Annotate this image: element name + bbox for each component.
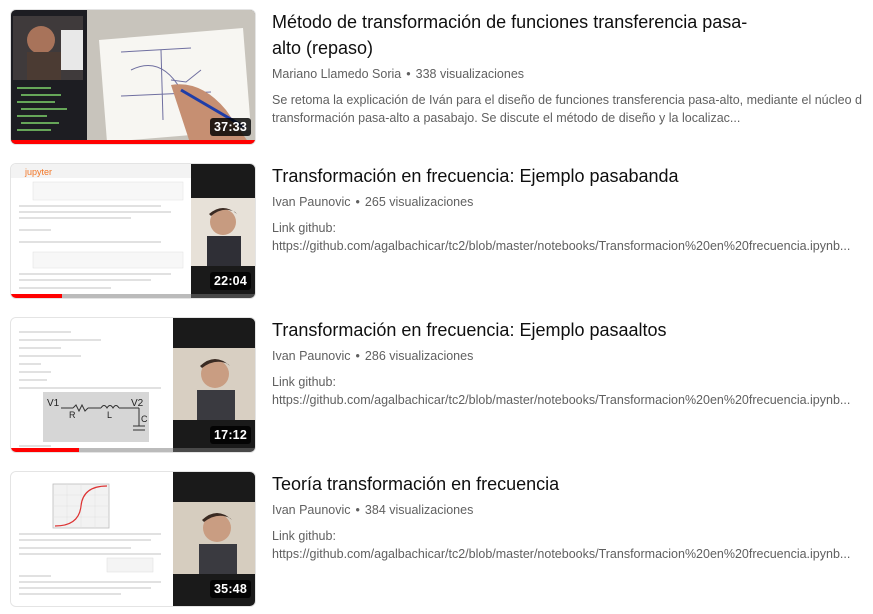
view-count: 338 visualizaciones (415, 67, 525, 81)
channel-line: Ivan Paunovic • 384 visualizaciones (272, 501, 862, 519)
circuit-label: L (107, 410, 112, 420)
video-description: Link github: https://github.com/agalbach… (272, 373, 862, 409)
duration-badge: 17:12 (210, 426, 251, 444)
duration-badge: 35:48 (210, 580, 251, 598)
separator-dot: • (355, 195, 360, 209)
video-title[interactable]: Transformación en frecuencia: Ejemplo pa… (272, 163, 862, 189)
watch-progress (11, 448, 80, 452)
video-item[interactable]: V1 R L V2 C 17:12 Transformación en frec… (10, 317, 860, 453)
circuit-label: C (141, 414, 148, 424)
view-count: 265 visualizaciones (364, 195, 474, 209)
channel-line: Ivan Paunovic • 286 visualizaciones (272, 347, 862, 365)
video-meta: Teoría transformación en frecuencia Ivan… (272, 471, 862, 563)
duration-badge: 37:33 (210, 118, 251, 136)
video-item[interactable]: 35:48 Teoría transformación en frecuenci… (10, 471, 860, 607)
video-meta: Transformación en frecuencia: Ejemplo pa… (272, 163, 862, 255)
video-thumbnail[interactable]: 35:48 (10, 471, 256, 607)
watch-progress (11, 294, 63, 298)
separator-dot: • (355, 349, 360, 363)
duration-badge: 22:04 (210, 272, 251, 290)
video-description: Se retoma la explicación de Iván para el… (272, 93, 862, 125)
channel-name[interactable]: Mariano Llamedo Soria (272, 67, 401, 81)
view-count: 286 visualizaciones (364, 349, 474, 363)
video-title[interactable]: Teoría transformación en frecuencia (272, 471, 862, 497)
channel-line: Ivan Paunovic • 265 visualizaciones (272, 193, 862, 211)
video-thumbnail[interactable]: 37:33 (10, 9, 256, 145)
channel-name[interactable]: Ivan Paunovic (272, 349, 351, 363)
video-thumbnail[interactable]: jupyter 22:04 (10, 163, 256, 299)
circuit-label: V1 (47, 398, 60, 409)
circuit-label: V2 (131, 398, 144, 409)
video-item[interactable]: jupyter 22:04 Transformación en frecuenc… (10, 163, 860, 299)
video-meta: Método de transformación de funciones tr… (272, 9, 862, 127)
video-item[interactable]: 37:33 Método de transformación de funcio… (10, 9, 862, 145)
github-link[interactable]: https://github.com/agalbachicar/tc2/blob… (272, 237, 862, 255)
thumbnail-header-text: jupyter (24, 167, 52, 177)
github-link[interactable]: https://github.com/agalbachicar/tc2/blob… (272, 545, 862, 563)
view-count: 384 visualizaciones (364, 503, 474, 517)
video-description: Link github: https://github.com/agalbach… (272, 219, 862, 255)
channel-name[interactable]: Ivan Paunovic (272, 195, 351, 209)
video-title[interactable]: Transformación en frecuencia: Ejemplo pa… (272, 317, 862, 343)
video-thumbnail[interactable]: V1 R L V2 C 17:12 (10, 317, 256, 453)
watch-progress (11, 140, 255, 144)
channel-line: Mariano Llamedo Soria • 338 visualizacione… (272, 65, 862, 83)
video-meta: Transformación en frecuencia: Ejemplo pa… (272, 317, 862, 409)
separator-dot: • (355, 503, 360, 517)
circuit-label: R (69, 410, 76, 420)
github-link[interactable]: https://github.com/agalbachicar/tc2/blob… (272, 391, 862, 409)
video-title[interactable]: Método de transformación de funciones tr… (272, 9, 862, 61)
video-description: Link github: https://github.com/agalbach… (272, 527, 862, 563)
separator-dot: • (406, 67, 411, 81)
channel-name[interactable]: Ivan Paunovic (272, 503, 351, 517)
